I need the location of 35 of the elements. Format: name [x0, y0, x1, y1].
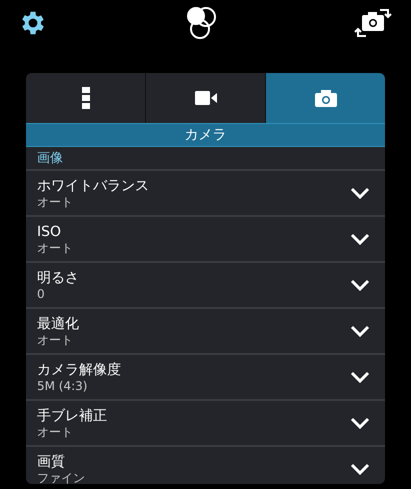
chevron-down-icon — [350, 233, 370, 245]
setting-row[interactable]: 手ブレ補正 オート — [26, 401, 385, 447]
header-title: カメラ — [26, 123, 385, 147]
setting-row[interactable]: カメラ解像度 5M (4:3) — [26, 355, 385, 401]
camera-icon — [314, 90, 336, 106]
setting-label: カメラ解像度 — [37, 360, 121, 378]
setting-row[interactable]: 画質 ファイン — [26, 447, 385, 484]
setting-label: 手ブレ補正 — [37, 406, 107, 424]
chevron-down-icon — [350, 371, 370, 383]
setting-value: オート — [37, 240, 73, 256]
setting-value: オート — [37, 424, 74, 440]
chevron-down-icon — [350, 325, 370, 337]
setting-value: オート — [37, 332, 74, 348]
section-title: 画像 — [26, 147, 385, 171]
filter-circles-icon[interactable] — [184, 5, 218, 41]
setting-label: 明るさ — [37, 268, 79, 286]
setting-value: オート — [37, 194, 74, 210]
setting-label: ホワイトバランス — [37, 176, 149, 194]
setting-row[interactable]: ISO オート — [26, 217, 385, 263]
chevron-down-icon — [350, 279, 370, 291]
video-camera-icon — [194, 91, 216, 105]
more-icon — [82, 87, 90, 109]
setting-row[interactable]: 明るさ 0 — [26, 263, 385, 309]
setting-row[interactable]: ホワイトバランス オート — [26, 171, 385, 217]
chevron-down-icon — [350, 417, 370, 429]
chevron-down-icon — [350, 463, 370, 475]
setting-value: 5M (4:3) — [37, 378, 88, 394]
setting-row[interactable]: 最適化 オート — [26, 309, 385, 355]
chevron-down-icon — [350, 187, 370, 199]
setting-value: ファイン — [37, 470, 85, 484]
setting-label: 画質 — [37, 452, 66, 470]
setting-label: ISO — [37, 222, 62, 240]
setting-value: 0 — [37, 286, 46, 302]
switch-camera-icon[interactable] — [354, 6, 394, 40]
setting-label: 最適化 — [37, 314, 79, 332]
